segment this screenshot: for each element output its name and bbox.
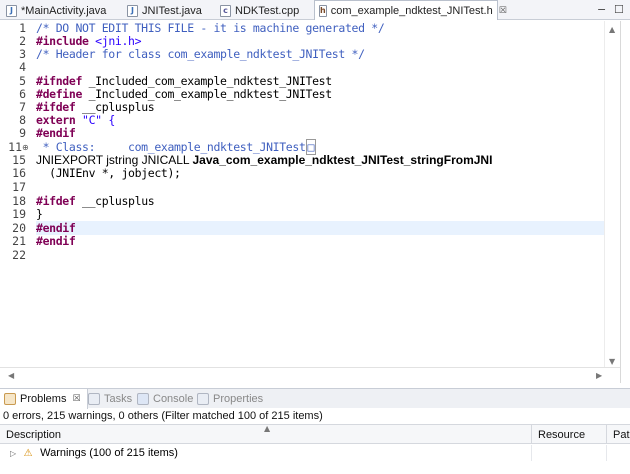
tab-ndktest-cpp[interactable]: c NDKTest.cpp <box>220 1 299 20</box>
vertical-scrollbar[interactable]: ▲ ▼ <box>604 21 620 371</box>
line-number: 9 <box>19 126 26 140</box>
code-area[interactable]: /* DO NOT EDIT THIS FILE - it is machine… <box>36 21 606 371</box>
properties-icon <box>197 393 209 405</box>
editor-tab-bar: J *MainActivity.java J JNITest.java c ND… <box>0 0 630 20</box>
tab-tasks[interactable]: Tasks <box>88 389 132 409</box>
tab-label: com_example_ndktest_JNITest.h <box>330 4 493 17</box>
problems-table-header: Description ▲ Resource Path <box>0 424 630 444</box>
tab-label: *MainActivity.java <box>21 4 107 17</box>
code-line: #endif <box>36 234 76 248</box>
tab-main-activity[interactable]: J *MainActivity.java <box>6 1 106 20</box>
preprocessor-keyword: #endif <box>36 221 76 235</box>
code-line: /* Header for class com_example_ndktest_… <box>36 47 365 61</box>
preprocessor-keyword: #define <box>36 87 83 101</box>
column-description[interactable]: Description ▲ <box>0 424 532 444</box>
close-icon[interactable]: ☒ <box>72 394 80 404</box>
column-divider <box>531 445 532 461</box>
cpp-file-icon: c <box>220 4 231 17</box>
code-line: } <box>36 207 43 221</box>
function-name: Java_com_example_ndktest_JNITest_stringF… <box>192 153 493 167</box>
code-text: _Included_com_example_ndktest_JNITest <box>82 87 333 101</box>
tab-label: Console <box>153 393 194 405</box>
code-line: #endif <box>36 126 76 140</box>
tab-label: JNITest.java <box>142 4 202 17</box>
sort-caret-icon: ▲ <box>264 424 271 433</box>
code-text: _Included_com_example_ndktest_JNITest <box>82 74 333 88</box>
keyword: extern <box>36 113 76 127</box>
preprocessor-keyword: #ifdef <box>36 100 76 114</box>
problems-icon <box>4 393 16 405</box>
tab-label: Tasks <box>104 393 133 405</box>
code-text: __cplusplus <box>75 194 155 208</box>
expand-icon[interactable]: ▷ <box>10 449 16 458</box>
maximize-icon[interactable]: ☐ <box>614 3 624 16</box>
tab-jnitest-header[interactable]: h com_example_ndktest_JNITest.h ☒ <box>314 0 507 20</box>
code-editor[interactable]: 1 2 3 4 5 6 7 8 9 11 ⊕ 15 16 17 18 19 20… <box>0 21 630 383</box>
line-number: 21 <box>12 234 26 248</box>
folded-comment: * Class: com_example_ndktest_JNITest <box>36 140 306 154</box>
line-number: 19 <box>12 207 26 221</box>
header-file-icon: h <box>319 4 327 17</box>
column-divider <box>606 445 607 461</box>
column-label: Resource <box>538 428 586 441</box>
tab-label: NDKTest.cpp <box>235 4 300 17</box>
scroll-up-arrow-icon[interactable]: ▲ <box>609 25 615 34</box>
line-number: 16 <box>12 166 26 180</box>
scroll-down-arrow-icon[interactable]: ▼ <box>609 357 615 366</box>
column-label: Path <box>613 428 630 441</box>
table-row[interactable]: ▷ ⚠ Warnings (100 of 215 items) <box>0 445 630 461</box>
close-icon[interactable]: ☒ <box>499 6 507 16</box>
column-resource[interactable]: Resource <box>532 425 607 444</box>
preprocessor-keyword: #include <box>36 34 89 48</box>
column-path[interactable]: Path <box>607 425 630 444</box>
scroll-left-arrow-icon[interactable]: ◀ <box>8 371 14 380</box>
code-text: __cplusplus <box>75 100 155 114</box>
preprocessor-keyword: #ifdef <box>36 194 76 208</box>
line-number: 4 <box>19 60 26 74</box>
preprocessor-keyword: #ifndef <box>36 74 83 88</box>
scroll-right-arrow-icon[interactable]: ▶ <box>596 371 602 380</box>
string-literal: "C" { <box>75 113 115 127</box>
code-line: #ifdef __cplusplus <box>36 194 155 208</box>
overview-ruler <box>620 21 630 383</box>
tab-jnitest-java[interactable]: J JNITest.java <box>127 1 202 20</box>
tab-console[interactable]: Console <box>137 389 193 409</box>
code-line: (JNIEnv *, jobject); <box>36 166 181 180</box>
preprocessor-keyword: #endif <box>36 126 76 140</box>
problems-summary: 0 errors, 215 warnings, 0 others (Filter… <box>3 410 323 422</box>
view-tab-bar: Problems ☒ Tasks Console Properties <box>0 388 630 409</box>
column-label: Description <box>6 428 62 441</box>
java-file-icon: J <box>6 4 17 17</box>
line-number: 22 <box>12 248 26 262</box>
minimize-icon[interactable]: − <box>597 3 606 16</box>
warning-icon: ⚠ <box>23 447 33 459</box>
tab-label: Problems <box>20 393 67 405</box>
tab-label: Properties <box>213 393 264 405</box>
preprocessor-keyword: #endif <box>36 234 76 248</box>
code-text: JNIEXPORT jstring JNICALL <box>36 153 193 167</box>
include-target: <jni.h> <box>88 34 142 48</box>
console-icon <box>137 393 149 405</box>
row-description: Warnings (100 of 215 items) <box>40 447 178 459</box>
tab-problems[interactable]: Problems ☒ <box>0 389 88 409</box>
tasks-icon <box>88 393 100 405</box>
line-number: 17 <box>12 180 26 194</box>
java-file-icon: J <box>127 4 138 17</box>
tab-properties[interactable]: Properties <box>197 389 263 409</box>
horizontal-scrollbar[interactable]: ◀ ▶ <box>0 367 630 383</box>
line-number-gutter: 1 2 3 4 5 6 7 8 9 11 ⊕ 15 16 17 18 19 20… <box>0 21 30 371</box>
